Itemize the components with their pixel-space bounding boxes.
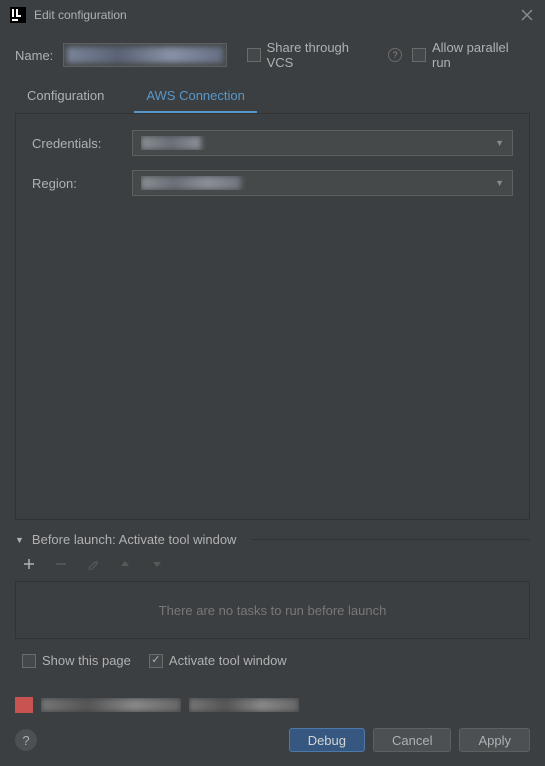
task-list-empty: There are no tasks to run before launch — [15, 581, 530, 639]
checkbox-checked-icon — [149, 654, 163, 668]
add-task-button[interactable] — [22, 557, 36, 571]
tab-configuration[interactable]: Configuration — [15, 82, 116, 113]
show-page-checkbox[interactable]: Show this page — [22, 653, 131, 668]
share-vcs-label: Share through VCS — [267, 40, 379, 70]
credentials-dropdown[interactable]: ▼ — [132, 130, 513, 156]
edit-task-button — [86, 557, 100, 571]
divider — [252, 539, 530, 540]
share-vcs-checkbox[interactable]: Share through VCS — [247, 40, 378, 70]
tab-aws-connection[interactable]: AWS Connection — [134, 82, 257, 113]
error-message — [15, 696, 530, 714]
credentials-label: Credentials: — [32, 136, 132, 151]
collapse-arrow-icon[interactable]: ▼ — [15, 535, 24, 545]
empty-tasks-text: There are no tasks to run before launch — [159, 603, 387, 618]
chevron-down-icon: ▼ — [495, 138, 504, 148]
before-launch-header: Before launch: Activate tool window — [32, 532, 237, 547]
region-value — [141, 176, 495, 190]
move-up-button — [118, 557, 132, 571]
credentials-value — [141, 136, 495, 150]
debug-button[interactable]: Debug — [289, 728, 365, 752]
checkbox-icon — [22, 654, 36, 668]
name-label: Name: — [15, 48, 53, 63]
apply-button[interactable]: Apply — [459, 728, 530, 752]
remove-task-button — [54, 557, 68, 571]
checkbox-icon — [412, 48, 426, 62]
tab-panel: Credentials: ▼ Region: ▼ — [15, 113, 530, 520]
error-text-1 — [41, 698, 181, 712]
allow-parallel-checkbox[interactable]: Allow parallel run — [412, 40, 530, 70]
show-page-label: Show this page — [42, 653, 131, 668]
chevron-down-icon: ▼ — [495, 178, 504, 188]
checkbox-icon — [247, 48, 261, 62]
error-icon — [15, 697, 33, 713]
activate-tool-label: Activate tool window — [169, 653, 287, 668]
help-button[interactable]: ? — [15, 729, 37, 751]
app-icon — [10, 7, 26, 23]
dialog-title: Edit configuration — [34, 8, 519, 22]
region-dropdown[interactable]: ▼ — [132, 170, 513, 196]
allow-parallel-label: Allow parallel run — [432, 40, 530, 70]
region-label: Region: — [32, 176, 132, 191]
cancel-button[interactable]: Cancel — [373, 728, 451, 752]
move-down-button — [150, 557, 164, 571]
help-icon[interactable]: ? — [388, 48, 402, 62]
name-input[interactable] — [63, 43, 226, 67]
close-icon[interactable] — [519, 7, 535, 23]
activate-tool-checkbox[interactable]: Activate tool window — [149, 653, 287, 668]
error-text-2 — [189, 698, 299, 712]
